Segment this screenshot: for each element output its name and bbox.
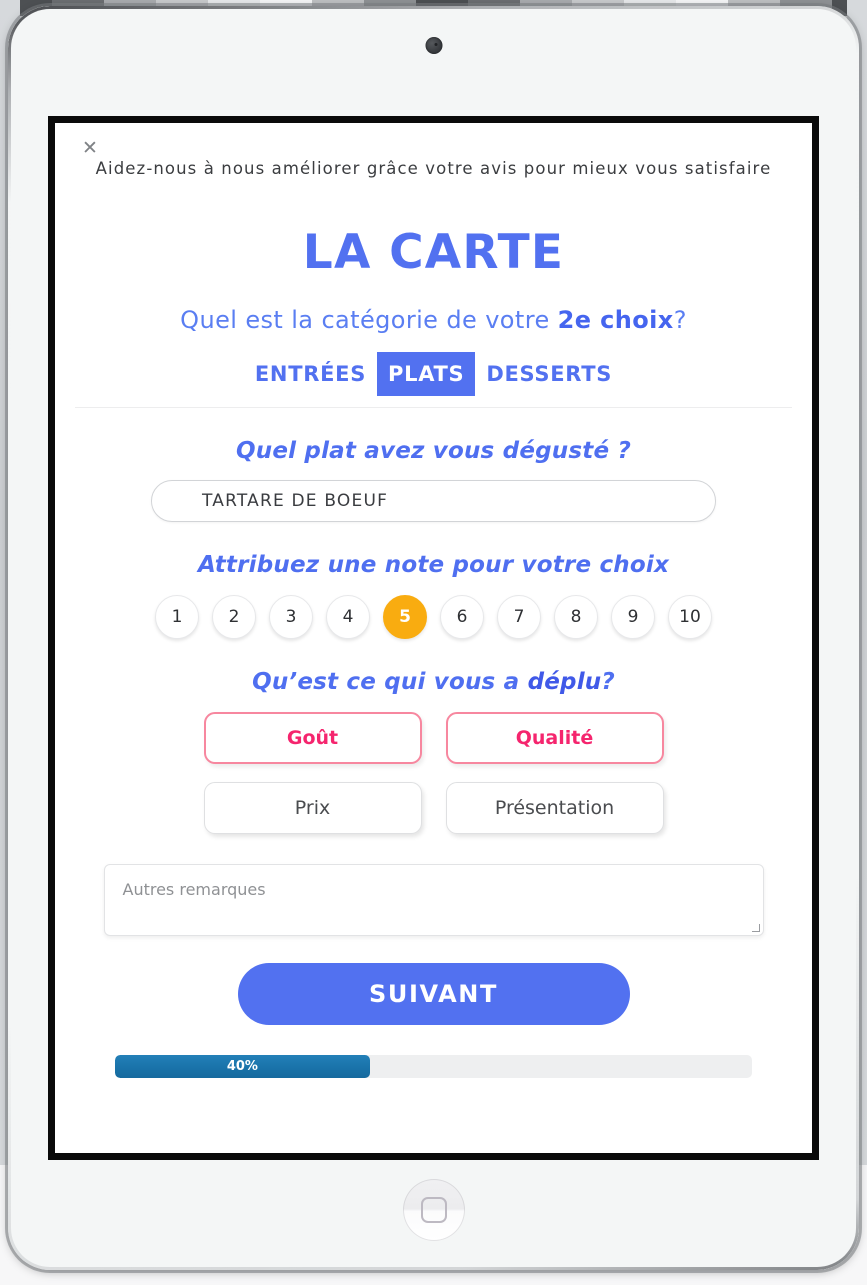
intro-text: Aidez-nous à nous améliorer grâce votre … xyxy=(95,159,772,178)
rating-option-10[interactable]: 10 xyxy=(668,595,712,640)
category-tabs: ENTRÉES PLATS DESSERTS xyxy=(55,352,812,397)
tabs-divider xyxy=(75,407,792,409)
reason-question-suffix: ? xyxy=(601,669,615,696)
rating-option-3[interactable]: 3 xyxy=(269,595,313,640)
remarks-field xyxy=(103,864,764,937)
survey-modal: ✕ Aidez-nous à nous améliorer grâce votr… xyxy=(55,123,812,1153)
rating-option-7[interactable]: 7 xyxy=(497,595,541,640)
category-question-suffix: ? xyxy=(673,306,687,334)
camera-dot-icon xyxy=(425,37,442,54)
tablet-device: ✕ Aidez-nous à nous améliorer grâce votr… xyxy=(8,6,859,1270)
reason-option-qualite[interactable]: Qualité xyxy=(445,712,664,765)
submit-button[interactable]: SUIVANT xyxy=(237,963,630,1026)
rating-option-2[interactable]: 2 xyxy=(212,595,256,640)
dish-input[interactable]: TARTARE DE BOEUF xyxy=(151,480,716,523)
rating-option-9[interactable]: 9 xyxy=(611,595,655,640)
reason-option-presentation[interactable]: Présentation xyxy=(445,782,664,835)
camera-lens-glint-icon xyxy=(434,43,437,46)
reason-question-strong: déplu xyxy=(527,669,602,696)
tablet-screen: ✕ Aidez-nous à nous améliorer grâce votr… xyxy=(48,116,819,1160)
category-question-prefix: Quel est la catégorie de votre xyxy=(180,306,558,334)
rounded-square-icon xyxy=(420,1197,447,1223)
home-button[interactable] xyxy=(402,1179,465,1241)
tab-desserts[interactable]: DESSERTS xyxy=(475,352,623,396)
reason-options: Goût Qualité Prix Présentation xyxy=(203,712,664,835)
rating-option-1[interactable]: 1 xyxy=(155,595,199,640)
rating-option-4[interactable]: 4 xyxy=(326,595,370,640)
rating-scale: 1 2 3 4 5 6 7 8 9 10 xyxy=(55,595,812,640)
remarks-input[interactable] xyxy=(104,865,763,936)
tab-entrees[interactable]: ENTRÉES xyxy=(244,352,377,396)
tab-plats[interactable]: PLATS xyxy=(377,352,476,397)
rating-option-5[interactable]: 5 xyxy=(383,595,427,640)
reason-option-prix[interactable]: Prix xyxy=(203,782,422,835)
dish-question: Quel plat avez vous dégusté ? xyxy=(236,438,631,465)
reason-question: Qu’est ce qui vous a déplu? xyxy=(55,669,812,695)
category-question-strong: 2e choix xyxy=(557,306,674,334)
close-icon[interactable]: ✕ xyxy=(79,137,101,159)
progress-bar-fill: 40% xyxy=(115,1055,370,1079)
page-title: LA CARTE xyxy=(302,225,565,280)
progress-bar: 40% xyxy=(115,1055,752,1079)
rating-question: Attribuez une note pour votre choix xyxy=(198,552,669,579)
reason-option-gout[interactable]: Goût xyxy=(203,712,422,765)
rating-option-6[interactable]: 6 xyxy=(440,595,484,640)
category-question: Quel est la catégorie de votre 2e choix? xyxy=(55,306,812,334)
rating-option-8[interactable]: 8 xyxy=(554,595,598,640)
reason-question-prefix: Qu’est ce qui vous a xyxy=(252,669,528,696)
